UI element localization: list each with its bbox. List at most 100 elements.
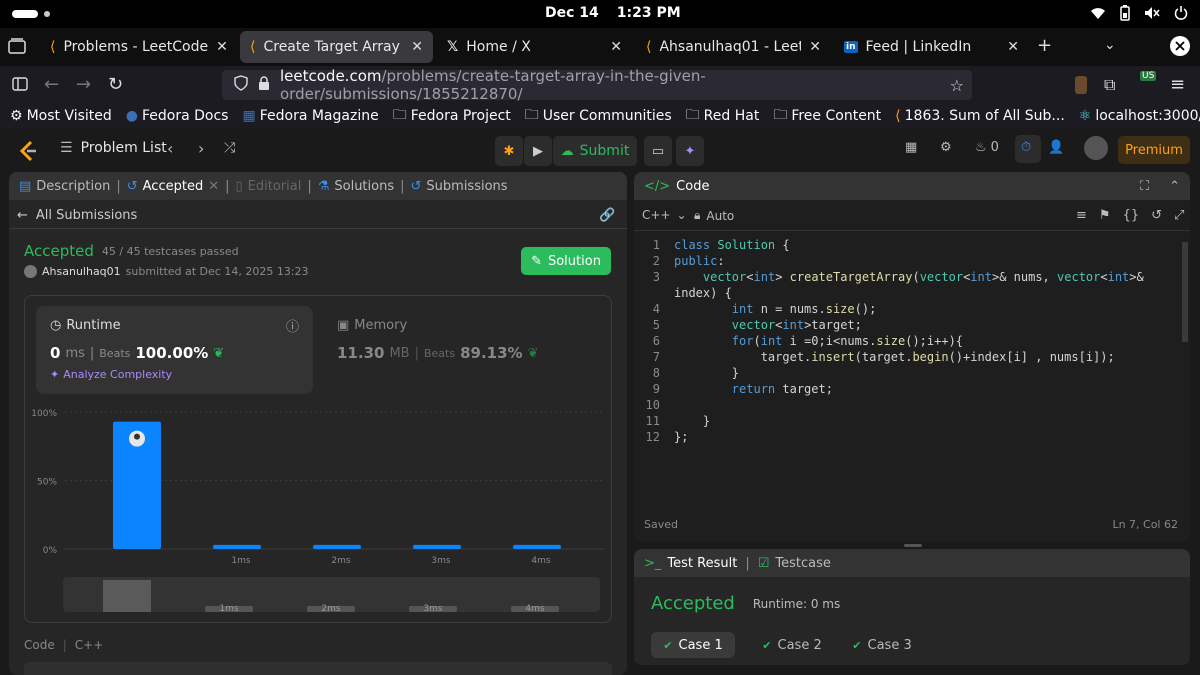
sparkle-icon: ✦ xyxy=(684,143,696,159)
avatar[interactable] xyxy=(1084,136,1108,160)
sidebar-toggle-icon[interactable] xyxy=(12,77,28,95)
tab-description[interactable]: ▤ Description xyxy=(19,179,110,194)
bookmark-icon[interactable]: ⚑ xyxy=(1099,208,1111,223)
close-icon[interactable]: ✕ xyxy=(208,179,219,194)
layout-icon[interactable]: ▦ xyxy=(905,140,917,155)
activities-indicator[interactable] xyxy=(12,10,38,18)
bookmark-fedora-docs[interactable]: ● Fedora Docs xyxy=(126,108,229,124)
leetcode-logo[interactable] xyxy=(18,140,38,166)
case-3-tab[interactable]: ✔ Case 3 xyxy=(840,632,924,658)
bookmark-star-icon[interactable]: ☆ xyxy=(950,76,964,95)
tab-overview-icon[interactable] xyxy=(8,38,26,58)
test-accepted-label: Accepted xyxy=(651,593,735,614)
problem-list-button[interactable]: ☰ Problem List xyxy=(60,140,167,156)
timer-button[interactable]: ⏱ xyxy=(1015,135,1041,163)
bookmark-free-content[interactable]: 🗀 Free Content xyxy=(773,104,881,128)
solution-button[interactable]: ✎ Solution xyxy=(521,247,611,275)
format-icon[interactable]: ≡ xyxy=(1076,208,1087,223)
tab-test-result[interactable]: >_ Test Result xyxy=(644,556,737,571)
close-icon[interactable]: ✕ xyxy=(1007,39,1019,55)
address-bar[interactable]: leetcode.com/problems/create-target-arra… xyxy=(222,67,972,103)
runtime-card[interactable]: ◷ Runtime ⓘ 0 ms | Beats 100.00% ❦ ✦ Ana… xyxy=(36,306,313,394)
tab-problems[interactable]: ⟨ Problems - LeetCode ✕ xyxy=(40,31,235,63)
editor-scrollbar[interactable] xyxy=(1182,242,1188,342)
all-submissions-link[interactable]: ← All Submissions xyxy=(17,208,137,223)
tab-linkedin[interactable]: in Feed | LinkedIn ✕ xyxy=(834,31,1029,63)
solution-label: Solution xyxy=(547,253,601,269)
username[interactable]: Ahsanulhaq01 xyxy=(42,265,121,278)
chevron-down-icon[interactable]: ⌄ xyxy=(1104,37,1116,53)
menu-icon[interactable]: ≡ xyxy=(1170,74,1185,95)
memory-card[interactable]: ▣ Memory 11.30 MB | Beats 89.13% ❦ xyxy=(325,306,605,394)
close-icon[interactable]: ✕ xyxy=(610,39,622,55)
tab-x-home[interactable]: 𝕏 Home / X ✕ xyxy=(437,31,632,63)
terminal-icon: >_ xyxy=(644,555,662,571)
reload-icon[interactable]: ↻ xyxy=(108,74,123,95)
leetcode-icon: ⟨ xyxy=(895,108,901,124)
notes-button[interactable]: ▭ xyxy=(644,136,672,166)
extension-avatar-icon[interactable] xyxy=(1075,76,1087,94)
auto-mode[interactable]: 🔒︎ Auto xyxy=(694,208,734,223)
overview-tick-label: 2ms xyxy=(321,604,340,614)
language-select[interactable]: C++ ⌄ xyxy=(642,208,687,222)
bookmark-fedora-magazine[interactable]: ▦ Fedora Magazine xyxy=(242,108,378,124)
ai-assist-button[interactable]: ✦ xyxy=(676,136,704,166)
lock-icon[interactable] xyxy=(258,76,270,94)
info-icon[interactable]: ⓘ xyxy=(286,316,299,335)
bookmark-most-visited[interactable]: ⚙ Most Visited xyxy=(10,108,112,124)
streak-count: 0 xyxy=(990,140,999,155)
sparkle-icon: ✦ xyxy=(50,368,60,381)
x-tick-label: 2ms xyxy=(331,556,350,566)
tab-profile[interactable]: ⟨ Ahsanulhaq01 - LeetCo ✕ xyxy=(636,31,831,63)
tab-create-target-array[interactable]: ⟨ Create Target Array in th ✕ xyxy=(240,31,433,63)
run-button[interactable]: ▶ xyxy=(524,136,552,166)
extensions-puzzle-icon[interactable]: ⧉ xyxy=(1104,75,1115,95)
premium-button[interactable]: Premium xyxy=(1118,136,1190,164)
code-editor[interactable]: 1 class Solution { 2 public: 3 vector<int>… xyxy=(634,238,1174,446)
reset-icon[interactable]: ↺ xyxy=(1151,208,1162,223)
tab-submissions[interactable]: ↺ Submissions xyxy=(411,179,508,194)
test-result-panel: >_ Test Result | ☑ Testcase Accepted Runti… xyxy=(634,549,1190,665)
panel-resize-handle[interactable] xyxy=(904,544,922,547)
submit-button[interactable]: ☁ Submit xyxy=(553,136,637,166)
bookmark-localhost[interactable]: ⚛localhost:3000/api/or... xyxy=(1079,108,1200,124)
tab-editorial[interactable]: ▯ Editorial xyxy=(236,179,302,194)
analyze-complexity-link[interactable]: ✦ Analyze Complexity xyxy=(50,368,172,381)
left-tab-bar: ▤ Description | ↺ Accepted ✕ | ▯ Editorial |… xyxy=(9,172,627,200)
y-tick-label: 0% xyxy=(43,546,58,556)
clock[interactable]: Dec 14 1:23 PM xyxy=(545,5,681,21)
prev-problem-icon[interactable]: ‹ xyxy=(167,139,173,158)
shuffle-icon[interactable]: ⤮ xyxy=(224,140,235,156)
tab-solutions[interactable]: ⚗ Solutions xyxy=(318,179,394,194)
next-problem-icon[interactable]: › xyxy=(198,139,204,158)
case-2-tab[interactable]: ✔ Case 2 xyxy=(750,632,834,658)
bookmark-1863[interactable]: ⟨ 1863. Sum of All Sub... xyxy=(895,108,1065,124)
case-1-tab[interactable]: ✔ Case 1 xyxy=(651,632,735,658)
bookmark-red-hat[interactable]: 🗀 Red Hat xyxy=(686,104,760,128)
settings-gear-icon[interactable]: ⚙ xyxy=(940,140,952,155)
expand-icon[interactable]: ⤢ xyxy=(1174,208,1184,223)
close-icon[interactable]: ✕ xyxy=(411,39,423,55)
tab-testcase[interactable]: ☑ Testcase xyxy=(758,556,831,571)
braces-icon[interactable]: {} xyxy=(1123,208,1140,223)
new-tab-button[interactable]: + xyxy=(1037,35,1052,56)
system-tray[interactable] xyxy=(1090,5,1188,25)
back-arrow-icon[interactable]: ← xyxy=(44,74,59,95)
streak-counter[interactable]: ♨ 0 xyxy=(975,140,999,155)
add-friend-icon[interactable]: 👤 xyxy=(1048,140,1064,155)
debug-button[interactable]: ✱ xyxy=(495,136,523,166)
share-link-icon[interactable]: 🔗 xyxy=(599,208,615,223)
close-window-icon[interactable] xyxy=(1170,36,1190,60)
note-icon: ▭ xyxy=(651,143,665,159)
close-icon[interactable]: ✕ xyxy=(216,39,228,55)
shield-icon[interactable] xyxy=(234,75,248,95)
chevron-up-icon[interactable]: ⌃ xyxy=(1169,179,1180,194)
tab-accepted[interactable]: ↺ Accepted ✕ xyxy=(127,179,219,194)
maximize-icon[interactable]: ⛶ xyxy=(1140,179,1149,194)
submitted-time: submitted at Dec 14, 2025 13:23 xyxy=(125,265,309,278)
bookmark-user-communities[interactable]: 🗀 User Communities xyxy=(525,104,672,128)
close-icon[interactable]: ✕ xyxy=(809,39,821,55)
bookmark-fedora-project[interactable]: 🗀 Fedora Project xyxy=(393,104,511,128)
forward-arrow-icon[interactable]: → xyxy=(76,74,91,95)
extension-badge[interactable]: US xyxy=(1140,71,1157,81)
